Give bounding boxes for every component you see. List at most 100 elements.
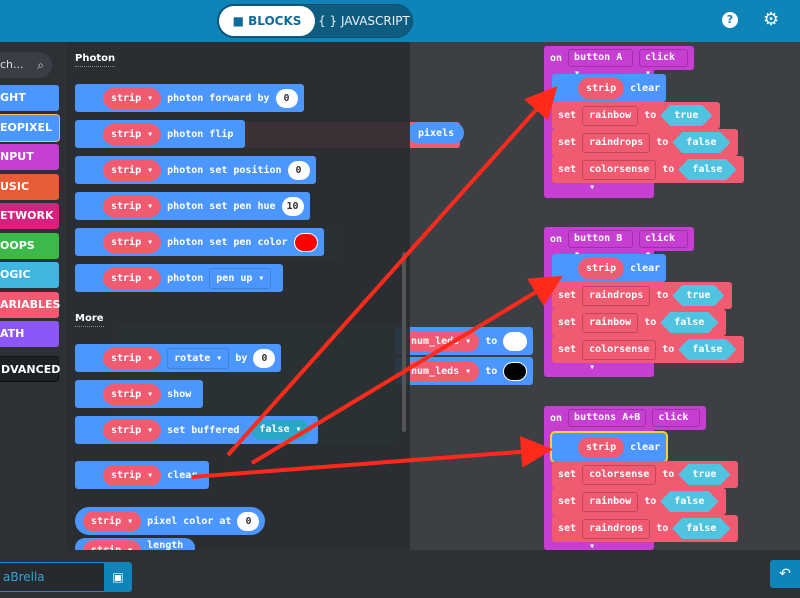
variable-dropdown[interactable]: colorsense ▾ <box>582 464 657 498</box>
category-neopixel[interactable]: EOPIXEL <box>0 114 60 142</box>
boolean-dropdown[interactable]: true ▾ <box>678 464 730 485</box>
set-pixel-color-block-2[interactable]: num_leds ▾ to <box>395 357 534 385</box>
action-dropdown[interactable]: click ▾ <box>652 409 700 439</box>
strip-dropdown[interactable]: strip ▾ <box>103 231 162 253</box>
red-color-swatch[interactable] <box>293 232 318 252</box>
toolbox-search-input[interactable]: ch... ⌕ <box>0 52 52 78</box>
number-input[interactable]: 0 <box>237 511 260 531</box>
strip-dropdown[interactable]: strip ▾ <box>103 464 162 486</box>
photon-set-pen-color-block[interactable]: strip ▾ photon set pen color <box>75 228 324 256</box>
variable-dropdown[interactable]: colorsense ▾ <box>582 159 657 193</box>
strip-dropdown[interactable]: strip ▾ <box>103 87 162 109</box>
strip-dropdown[interactable]: strip ▾ <box>103 419 162 441</box>
flyout-scrollbar[interactable] <box>402 252 406 432</box>
set-variable-block[interactable]: set colorsense ▾ to false ▾ <box>552 156 745 193</box>
set-variable-block[interactable]: set colorsense ▾ to false ▾ <box>552 336 745 373</box>
category-network[interactable]: ETWORK <box>0 203 59 229</box>
strip-dropdown[interactable]: strip ▾ <box>83 510 142 532</box>
strip-dropdown[interactable]: strip ▾ <box>578 436 625 474</box>
variable-dropdown[interactable]: rainbow ▾ <box>582 105 639 139</box>
number-input[interactable]: 0 <box>287 160 310 180</box>
set-variable-block[interactable]: setrainbow ▾tofalse ▾ <box>552 309 727 346</box>
pixels-label: pixels <box>408 122 465 144</box>
category-loops[interactable]: OOPS <box>0 233 59 259</box>
category-light[interactable]: GHT <box>0 85 59 111</box>
category-advanced[interactable]: DVANCED <box>0 356 60 382</box>
save-button[interactable]: ▣ <box>104 562 132 592</box>
boolean-dropdown[interactable]: false ▾ <box>660 491 718 512</box>
boolean-dropdown[interactable]: true ▾ <box>672 285 724 306</box>
strip-dropdown[interactable]: strip ▾ <box>103 123 162 145</box>
set-variable-block[interactable]: setraindrops ▾totrue ▾ <box>552 282 733 319</box>
strip-dropdown[interactable]: strip ▾ <box>578 77 625 115</box>
strip-rotate-block[interactable]: strip ▾ rotate ▾ by 0 <box>75 344 282 372</box>
project-name-input[interactable]: aBrella <box>0 562 106 592</box>
strip-clear-block[interactable]: strip ▾ clear <box>552 254 667 295</box>
rotate-dropdown[interactable]: rotate ▾ <box>167 347 230 369</box>
action-dropdown[interactable]: click ▾ <box>638 49 688 79</box>
black-color-swatch[interactable] <box>503 361 528 381</box>
photon-forward-block[interactable]: strip ▾ photon forward by 0 <box>75 84 304 112</box>
set-variable-block[interactable]: setrainbow ▾tofalse ▾ <box>552 488 727 525</box>
event-button-a[interactable]: on button A ▾ click ▾ strip ▾ clear setr… <box>544 46 745 198</box>
number-input[interactable]: 0 <box>253 348 276 368</box>
variable-dropdown[interactable]: colorsense ▾ <box>582 339 657 373</box>
category-variables[interactable]: ARIABLES <box>0 292 60 318</box>
block-flyout: Photon strip ▾ photon forward by 0 strip… <box>66 42 410 558</box>
variable-dropdown[interactable]: raindrops ▾ <box>582 132 651 166</box>
button-dropdown[interactable]: button B ▾ <box>568 230 633 260</box>
strip-dropdown[interactable]: strip ▾ <box>103 347 162 369</box>
set-variable-block[interactable]: setraindrops ▾tofalse ▾ <box>552 515 739 552</box>
strip-clear-block[interactable]: strip ▾ clear <box>552 74 667 115</box>
number-input[interactable]: 0 <box>275 88 298 108</box>
number-input[interactable]: 10 <box>281 196 304 216</box>
boolean-dropdown[interactable]: false ▾ <box>678 339 736 360</box>
javascript-mode-button[interactable]: { } JAVASCRIPT <box>316 6 412 36</box>
variable-dropdown[interactable]: rainbow ▾ <box>582 312 639 346</box>
action-dropdown[interactable]: click ▾ <box>638 230 688 260</box>
category-music[interactable]: USIC <box>0 174 59 200</box>
help-icon[interactable]: ? <box>722 12 738 28</box>
boolean-dropdown[interactable]: true ▾ <box>660 105 712 126</box>
strip-show-block[interactable]: strip ▾ show <box>75 380 204 408</box>
blocks-mode-button[interactable]: ■ BLOCKS <box>219 6 315 36</box>
strip-clear-block[interactable]: strip ▾ clear <box>75 461 210 489</box>
settings-gear-icon[interactable]: ⚙ <box>763 11 779 29</box>
variable-dropdown[interactable]: raindrops ▾ <box>582 285 651 319</box>
strip-clear-block-selected[interactable]: strip ▾ clear <box>549 431 669 474</box>
boolean-dropdown[interactable]: false ▾ <box>672 132 730 153</box>
category-input[interactable]: NPUT <box>0 144 59 170</box>
pen-dropdown[interactable]: pen up ▾ <box>209 267 272 289</box>
undo-button[interactable]: ↶ <box>770 560 800 588</box>
category-logic[interactable]: OGIC <box>0 262 59 288</box>
num-leds-dropdown[interactable]: num_leds ▾ <box>403 360 480 382</box>
set-variable-block[interactable]: setraindrops ▾tofalse ▾ <box>552 129 739 166</box>
photon-set-position-block[interactable]: strip ▾ photon set position 0 <box>75 156 316 184</box>
num-leds-dropdown[interactable]: num_leds ▾ <box>403 330 480 352</box>
set-pixel-color-block-1[interactable]: num_leds ▾ to <box>395 327 534 355</box>
photon-set-pen-hue-block[interactable]: strip ▾ photon set pen hue 10 <box>75 192 310 220</box>
boolean-dropdown[interactable]: false ▾ <box>249 420 311 440</box>
variable-dropdown[interactable]: rainbow ▾ <box>582 491 639 525</box>
strip-set-buffered-block[interactable]: strip ▾ set buffered false ▾ <box>75 416 318 444</box>
boolean-dropdown[interactable]: false ▾ <box>672 518 730 539</box>
white-color-swatch[interactable] <box>503 331 528 351</box>
variable-dropdown[interactable]: raindrops ▾ <box>582 518 651 552</box>
event-button-b[interactable]: on button B ▾ click ▾ strip ▾ clear setr… <box>544 227 745 377</box>
strip-dropdown[interactable]: strip ▾ <box>103 267 162 289</box>
set-variable-block[interactable]: setrainbow ▾totrue ▾ <box>552 102 721 139</box>
strip-dropdown[interactable]: strip ▾ <box>578 257 625 295</box>
strip-dropdown[interactable]: strip ▾ <box>103 383 162 405</box>
button-dropdown[interactable]: button A ▾ <box>568 49 633 79</box>
category-math[interactable]: ATH <box>0 321 59 347</box>
strip-dropdown[interactable]: strip ▾ <box>103 159 162 181</box>
pixel-color-at-reporter[interactable]: strip ▾ pixel color at 0 <box>75 507 266 535</box>
button-dropdown[interactable]: buttons A+B ▾ <box>568 409 647 439</box>
strip-dropdown[interactable]: strip ▾ <box>103 195 162 217</box>
boolean-dropdown[interactable]: false ▾ <box>660 312 718 333</box>
photon-flip-block[interactable]: strip ▾ photon flip <box>75 120 246 148</box>
event-buttons-ab[interactable]: on buttons A+B ▾ click ▾ strip ▾ clear s… <box>544 406 739 550</box>
photon-pen-block[interactable]: strip ▾ photon pen up ▾ <box>75 264 284 292</box>
set-variable-block[interactable]: setcolorsense ▾totrue ▾ <box>552 461 739 498</box>
boolean-dropdown[interactable]: false ▾ <box>678 159 736 180</box>
